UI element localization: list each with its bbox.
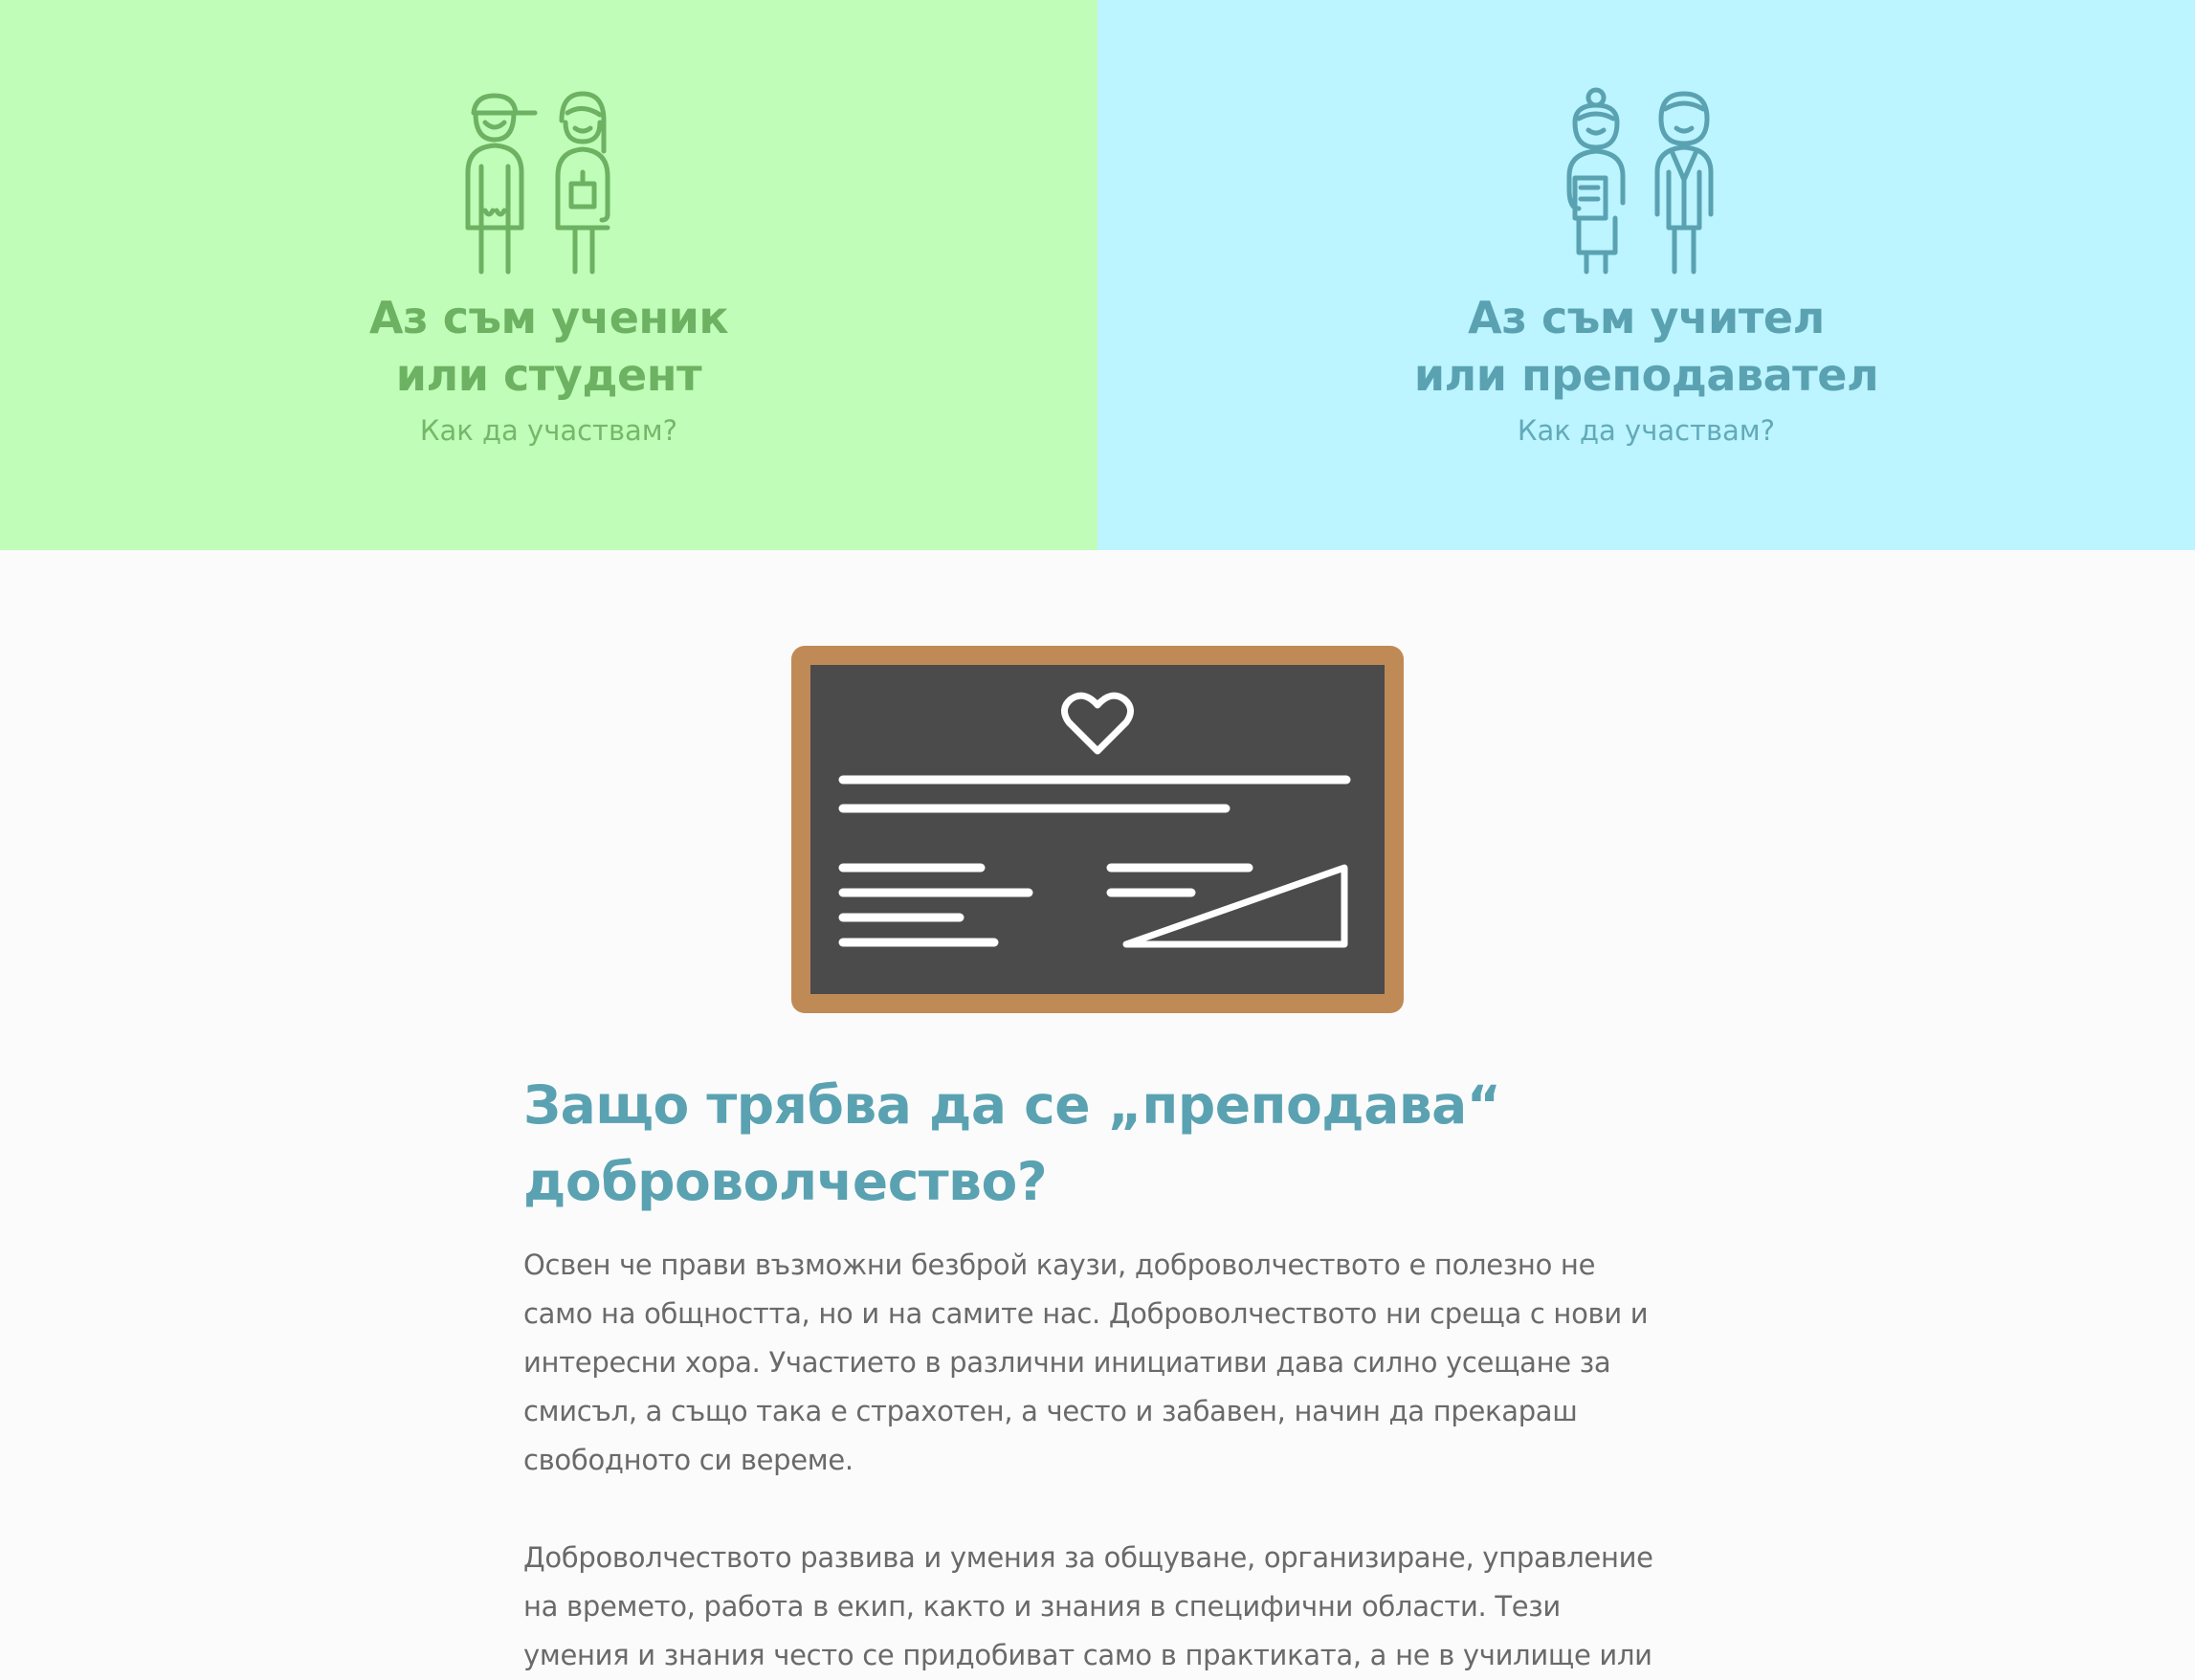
teachers-how-to-participate-link[interactable]: Как да участвам? bbox=[1518, 411, 1775, 450]
illustration-container bbox=[0, 646, 2195, 1013]
students-panel[interactable]: Аз съм ученик или студент Как да участва… bbox=[0, 0, 1098, 550]
students-how-to-participate-link[interactable]: Как да участвам? bbox=[420, 411, 677, 450]
teachers-title-line1: Аз съм учител bbox=[1468, 292, 1825, 343]
teachers-panel[interactable]: Аз съм учител или преподавател Как да уч… bbox=[1098, 0, 2195, 550]
students-title-line1: Аз съм ученик bbox=[368, 292, 729, 343]
students-title-line2: или студент bbox=[395, 349, 702, 401]
students-icon bbox=[465, 91, 610, 275]
teachers-title: Аз съм учител или преподавател bbox=[1413, 289, 1879, 404]
article-paragraph: Освен че прави възможни безброй каузи, д… bbox=[523, 1249, 1649, 1476]
article: Защо трябва да се „преподава“ доброволче… bbox=[523, 1067, 1672, 1680]
article-heading: Защо трябва да се „преподава“ доброволче… bbox=[523, 1067, 1672, 1220]
article-heading-line1: Защо трябва да се „преподава“ bbox=[523, 1074, 1501, 1136]
teachers-title-line2: или преподавател bbox=[1413, 349, 1879, 401]
chalkboard-heart-icon bbox=[791, 646, 1404, 1013]
students-title: Аз съм ученик или студент bbox=[368, 289, 729, 404]
teachers-icon bbox=[1566, 87, 1713, 275]
article-heading-line2: доброволчество? bbox=[523, 1151, 1048, 1212]
audience-selector: Аз съм ученик или студент Как да участва… bbox=[0, 0, 2195, 550]
article-paragraph: Доброволчеството развива и умения за общ… bbox=[523, 1541, 1653, 1671]
